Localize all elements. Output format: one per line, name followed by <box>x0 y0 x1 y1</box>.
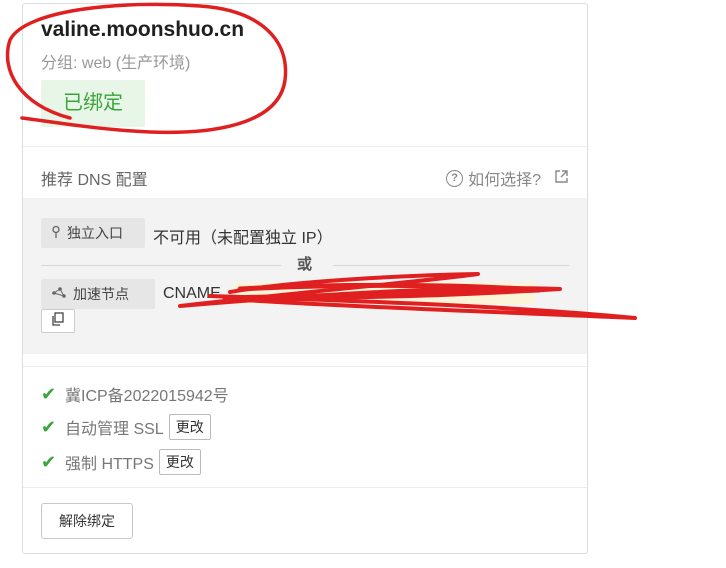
copy-button[interactable] <box>41 309 75 333</box>
question-icon: ? <box>446 169 464 187</box>
check-icon: ✔ <box>41 383 57 404</box>
divider <box>23 366 587 367</box>
or-label: 或 <box>297 256 313 273</box>
dns-config-panel: 独立入口 不可用（未配置独立 IP） 或 加速节点 CNAME <box>23 198 587 354</box>
divider <box>23 146 587 147</box>
check-icon: ✔ <box>41 451 57 472</box>
or-divider-left <box>41 265 281 266</box>
unbind-button[interactable]: 解除绑定 <box>41 503 133 539</box>
how-to-choose-link[interactable]: ? 如何选择? <box>446 166 569 190</box>
divider <box>23 487 587 488</box>
accelerate-node-tag: 加速节点 <box>41 279 155 309</box>
bound-status-badge: 已绑定 <box>41 80 145 127</box>
ssl-label: 自动管理 SSL <box>65 421 164 438</box>
check-icon: ✔ <box>41 416 57 437</box>
dedicated-entry-tag: 独立入口 <box>41 218 145 248</box>
cname-label: CNAME <box>163 285 221 302</box>
or-divider-right <box>333 265 569 266</box>
dedicated-entry-label: 独立入口 <box>67 225 123 241</box>
icp-status: ✔ 冀ICP备2022015942号 <box>41 382 229 406</box>
icp-number: 冀ICP备2022015942号 <box>65 388 229 405</box>
domain-card: valine.moonshuo.cn 分组: web (生产环境) 已绑定 推荐… <box>22 3 588 554</box>
how-to-choose-label: 如何选择? <box>468 172 541 189</box>
location-pin-icon <box>51 225 61 242</box>
dedicated-entry-value: 不可用（未配置独立 IP） <box>153 230 333 247</box>
change-https-button[interactable]: 更改 <box>158 449 201 475</box>
node-graph-icon <box>51 286 67 303</box>
https-label: 强制 HTTPS <box>65 456 154 473</box>
external-link-icon <box>554 169 569 188</box>
change-ssl-button[interactable]: 更改 <box>168 414 211 440</box>
https-status: ✔ 强制 HTTPS 更改 <box>41 449 201 475</box>
cname-value-redacted[interactable] <box>235 282 535 304</box>
copy-icon <box>51 311 65 331</box>
dns-config-title: 推荐 DNS 配置 <box>41 172 148 189</box>
domain-group: 分组: web (生产环境) <box>41 55 191 72</box>
accelerate-node-label: 加速节点 <box>73 286 129 302</box>
domain-name: valine.moonshuo.cn <box>41 18 245 41</box>
ssl-status: ✔ 自动管理 SSL 更改 <box>41 414 211 440</box>
